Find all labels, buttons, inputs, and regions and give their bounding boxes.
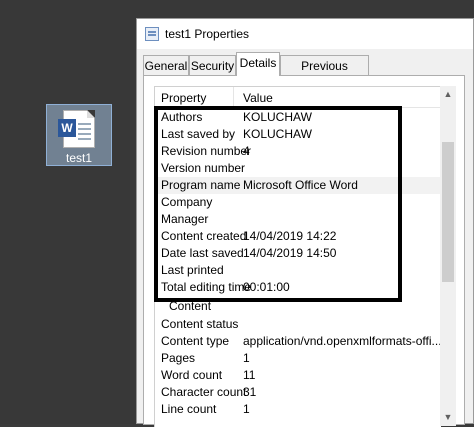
property-name: Content type <box>161 334 230 348</box>
tab-details[interactable]: Details <box>236 52 280 76</box>
title-bar[interactable]: test1 Properties <box>137 19 473 49</box>
property-value: 1 <box>243 351 250 365</box>
property-name: Word count <box>161 368 223 382</box>
scrollbar-thumb[interactable] <box>442 142 454 282</box>
tab-general[interactable]: General <box>143 55 189 75</box>
property-value: application/vnd.openxmlformats-offi... <box>243 334 441 348</box>
list-item[interactable]: Pages 1 <box>155 350 441 367</box>
scroll-down-arrow-icon[interactable]: ▼ <box>440 409 456 425</box>
property-value: 31 <box>243 385 257 399</box>
property-name: Pages <box>161 351 196 365</box>
list-header: Property Value <box>155 87 441 108</box>
column-header-property[interactable]: Property <box>161 91 206 105</box>
column-header-value[interactable]: Value <box>243 91 273 105</box>
list-item[interactable]: Character count 31 <box>155 384 441 401</box>
scroll-up-arrow-icon[interactable]: ▲ <box>440 86 456 102</box>
property-value: 1 <box>243 402 250 416</box>
word-badge: W <box>58 119 76 137</box>
property-name: Content status <box>161 317 239 331</box>
list-item[interactable]: Line count 1 <box>155 401 441 418</box>
property-name: Line count <box>161 402 217 416</box>
property-value: 11 <box>243 368 256 382</box>
tab-security[interactable]: Security <box>189 55 236 75</box>
properties-icon <box>145 27 159 41</box>
list-item[interactable]: Content status <box>155 316 441 333</box>
list-item[interactable]: Word count 11 <box>155 367 441 384</box>
highlight-annotation-box <box>154 106 402 302</box>
desktop-file-test1[interactable]: W test1 <box>46 104 112 166</box>
word-document-icon: W <box>58 110 95 148</box>
desktop-icon-label: test1 <box>65 151 92 165</box>
tab-previous-versions[interactable]: Previous Versions <box>280 55 369 93</box>
vertical-scrollbar[interactable]: ▲ ▼ <box>440 86 456 426</box>
property-name: Character count <box>161 385 247 399</box>
window-title: test1 Properties <box>165 27 250 41</box>
list-item[interactable]: Content type application/vnd.openxmlform… <box>155 333 441 350</box>
